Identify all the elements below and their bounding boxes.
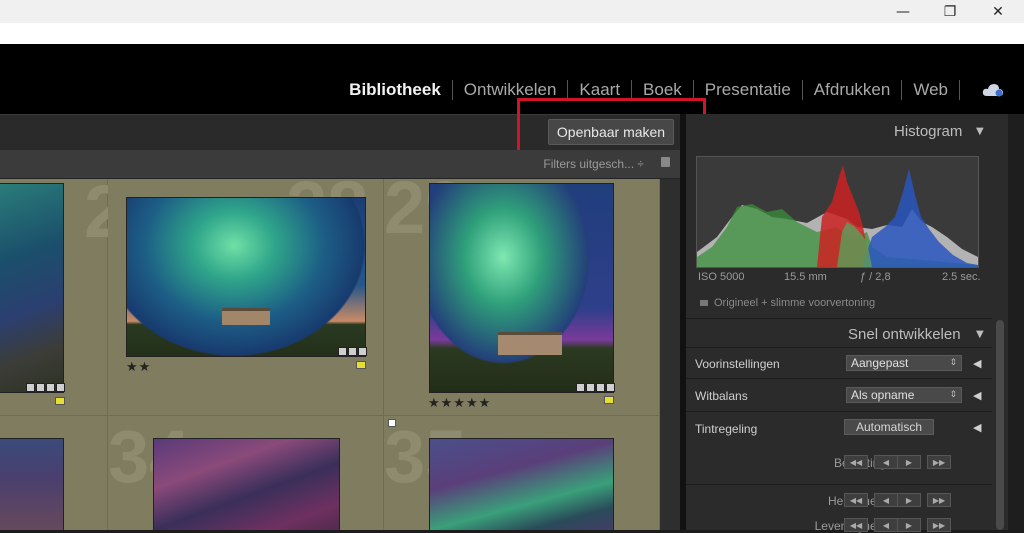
smart-preview-status[interactable]: Origineel + slimme voorvertoning (700, 297, 875, 309)
tone-control-label: Tintregeling (695, 422, 758, 436)
module-develop[interactable]: Ontwikkelen (453, 80, 568, 100)
large-increase-button[interactable]: ▶▶ (927, 455, 951, 469)
histogram-title[interactable]: Histogram (894, 123, 962, 140)
small-increase-button[interactable]: ▶ (897, 493, 921, 507)
expand-triangle-icon[interactable]: ◀ (973, 421, 981, 434)
small-increase-button[interactable]: ▶ (897, 455, 921, 469)
keyword-icon (26, 383, 35, 392)
thumbnail-badges[interactable] (338, 347, 367, 356)
cloud-sync-icon[interactable] (982, 83, 1004, 97)
photo-thumbnail[interactable] (126, 197, 366, 357)
star-rating[interactable]: ★★ (126, 360, 151, 375)
collection-icon (36, 383, 45, 392)
exposure-stepper: ◀◀ ◀ ▶ ▶▶ (844, 455, 951, 469)
module-bar (0, 44, 1024, 114)
grid-scrollbar[interactable] (660, 179, 680, 530)
histogram-chart (696, 156, 979, 268)
module-separator (959, 80, 960, 100)
histogram-graph (697, 165, 978, 267)
photo-thumbnail[interactable] (153, 438, 340, 530)
keyword-icon (576, 383, 585, 392)
iso-readout: ISO 5000 (698, 271, 745, 283)
preset-label: Voorinstellingen (695, 357, 780, 371)
color-label[interactable] (604, 396, 614, 404)
module-book[interactable]: Boek (632, 80, 693, 100)
color-label[interactable] (55, 397, 65, 405)
preview-label: Origineel + slimme voorvertoning (714, 297, 876, 309)
module-print[interactable]: Afdrukken (803, 80, 902, 100)
preset-dropdown[interactable]: Aangepast ⇕ (846, 355, 962, 371)
expand-triangle-icon[interactable]: ◀ (973, 389, 981, 402)
panel-divider-line (686, 484, 992, 485)
white-balance-label: Witbalans (695, 389, 748, 403)
shutter-readout: 2.5 sec. (942, 271, 981, 283)
selection-marker[interactable] (388, 419, 396, 427)
title-bar: — ❐ ✕ (0, 0, 1024, 23)
module-picker: Bibliotheek Ontwikkelen Kaart Boek Prese… (338, 80, 960, 100)
minimize-button[interactable]: — (880, 0, 926, 23)
photo-thumbnail[interactable] (0, 438, 64, 530)
crop-icon (348, 347, 357, 356)
focal-length-readout: 15.5 mm (784, 271, 827, 283)
collection-icon (586, 383, 595, 392)
small-decrease-button[interactable]: ◀ (874, 493, 898, 507)
right-panel-scrollbar-track[interactable] (1008, 114, 1024, 530)
barn-shape (222, 308, 270, 325)
clarity-stepper: ◀◀ ◀ ▶ ▶▶ (844, 493, 951, 507)
module-slideshow[interactable]: Presentatie (694, 80, 802, 100)
auto-tone-button[interactable]: Automatisch (844, 419, 934, 435)
panel-divider-line (686, 378, 992, 379)
close-icon: ✕ (992, 3, 1004, 20)
crop-icon (596, 383, 605, 392)
module-library[interactable]: Bibliotheek (338, 80, 452, 100)
panel-divider-line (686, 347, 992, 348)
preview-icon (700, 300, 708, 306)
thumbnail-badges[interactable] (576, 383, 615, 392)
identity-plate-bar (0, 23, 1024, 44)
close-button[interactable]: ✕ (975, 0, 1021, 23)
large-decrease-button[interactable]: ◀◀ (844, 455, 868, 469)
module-map[interactable]: Kaart (568, 80, 631, 100)
filter-bar: Filters uitgesch... ÷ (0, 150, 680, 179)
photo-thumbnail[interactable] (0, 183, 64, 393)
dropdown-arrows-icon: ⇕ (949, 358, 957, 368)
restore-icon: ❐ (943, 3, 957, 20)
photo-thumbnail[interactable] (429, 183, 614, 393)
lock-icon[interactable] (661, 157, 670, 167)
photo-grid: 27 28 29 34 35 ★★ ★★★★★ (0, 179, 660, 530)
color-label[interactable] (356, 361, 366, 369)
aperture-readout: ƒ / 2,8 (860, 271, 891, 283)
panel-divider-line (686, 411, 992, 412)
barn-shape (498, 332, 562, 355)
dropdown-arrows-icon: ⇕ (949, 390, 957, 400)
crop-icon (46, 383, 55, 392)
thumbnail-badges[interactable] (26, 383, 65, 392)
expand-triangle-icon[interactable]: ◀ (973, 357, 981, 370)
star-rating[interactable]: ★★★★★ (428, 396, 491, 411)
module-web[interactable]: Web (902, 80, 959, 100)
develop-icon (358, 347, 367, 356)
develop-icon (56, 383, 65, 392)
keyword-icon (338, 347, 347, 356)
restore-button[interactable]: ❐ (927, 0, 973, 23)
large-increase-button[interactable]: ▶▶ (927, 493, 951, 507)
collapse-triangle-icon[interactable]: ▼ (976, 329, 984, 340)
white-balance-dropdown[interactable]: Als opname ⇕ (846, 387, 962, 403)
filter-status[interactable]: Filters uitgesch... ÷ (543, 157, 644, 171)
quick-develop-title[interactable]: Snel ontwikkelen (848, 326, 961, 343)
panel-divider-line (686, 318, 992, 319)
develop-icon (606, 383, 615, 392)
minimize-icon: — (896, 3, 910, 20)
small-decrease-button[interactable]: ◀ (874, 455, 898, 469)
photo-thumbnail[interactable] (429, 438, 614, 530)
white-balance-value: Als opname (851, 388, 915, 402)
collapse-triangle-icon[interactable]: ▼ (976, 126, 984, 137)
large-decrease-button[interactable]: ◀◀ (844, 493, 868, 507)
right-panel-scrollbar-thumb[interactable] (996, 320, 1004, 530)
preset-value: Aangepast (851, 356, 909, 370)
